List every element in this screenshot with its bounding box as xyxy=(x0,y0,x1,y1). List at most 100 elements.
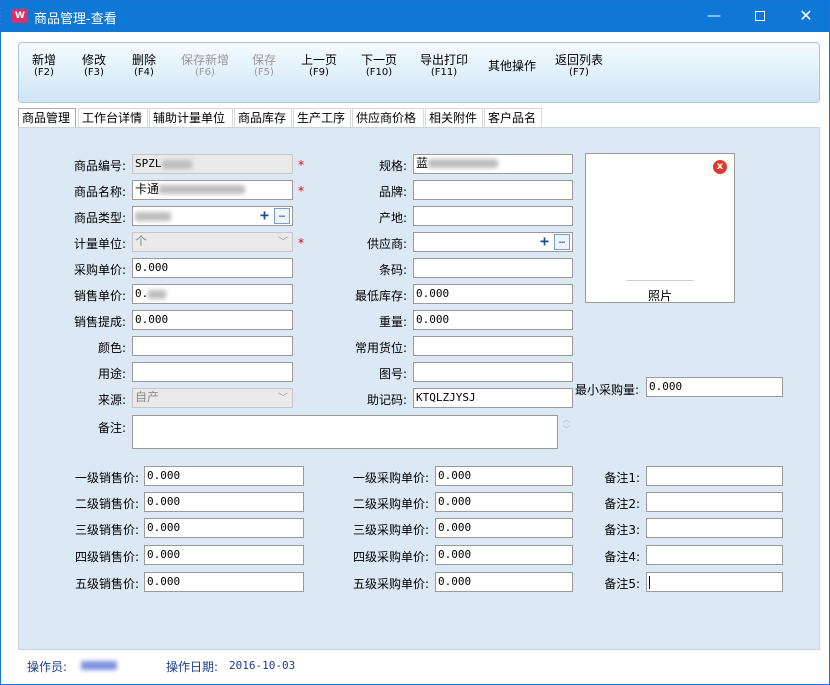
level4-purchase-price-field[interactable]: 0.000 xyxy=(435,545,573,565)
maximize-button[interactable] xyxy=(737,1,783,32)
tab-product-stock[interactable]: 商品库存 xyxy=(234,108,292,128)
color-field[interactable] xyxy=(132,336,293,356)
edit-label: 修改 xyxy=(81,53,106,67)
product-code-value: SPZL xyxy=(135,157,162,170)
mnemonic-field[interactable]: KTQLZJYSJ xyxy=(413,388,573,408)
supplier-field[interactable]: + … xyxy=(413,232,573,252)
prev-page-button[interactable]: 上一页 (F9) xyxy=(298,54,340,79)
note3-field[interactable] xyxy=(646,518,783,538)
save-new-label: 保存新增 xyxy=(180,53,229,67)
note2-field[interactable] xyxy=(646,492,783,512)
tab-attachments[interactable]: 相关附件 xyxy=(425,108,483,128)
min-purchase-field[interactable]: 0.000 xyxy=(646,377,783,397)
save-new-button[interactable]: 保存新增 (F6) xyxy=(179,54,231,79)
source-select[interactable]: 自产 ﹀ xyxy=(132,388,293,408)
export-print-key: (F11) xyxy=(430,67,458,78)
min-stock-field[interactable]: 0.000 xyxy=(413,284,573,304)
save-new-key: (F6) xyxy=(195,67,215,78)
barcode-field[interactable] xyxy=(413,258,573,278)
note4-label: 备注4: xyxy=(604,550,640,564)
tab-production-process[interactable]: 生产工序 xyxy=(293,108,351,128)
location-label: 常用货位: xyxy=(354,341,407,355)
spec-field[interactable]: 蓝 xyxy=(413,154,573,174)
maximize-icon xyxy=(755,11,765,21)
add-product-type-icon[interactable]: + xyxy=(257,208,272,224)
origin-field[interactable] xyxy=(413,206,573,226)
brand-field[interactable] xyxy=(413,180,573,200)
note5-label: 备注5: xyxy=(604,577,640,591)
operation-date-label: 操作日期: xyxy=(166,660,219,674)
note2-label: 备注2: xyxy=(604,497,640,511)
level1-sale-price-label: 一级销售价: xyxy=(74,471,139,485)
remark-textarea[interactable] xyxy=(132,415,558,449)
tab-supplier-price[interactable]: 供应商价格 xyxy=(352,108,424,128)
level4-purchase-price-label: 四级采购单价: xyxy=(352,550,429,564)
commission-label: 销售提成: xyxy=(73,315,126,329)
minimize-button[interactable]: — xyxy=(691,1,737,32)
browse-supplier-button[interactable]: … xyxy=(554,234,570,250)
note5-field[interactable] xyxy=(646,572,783,592)
add-supplier-icon[interactable]: + xyxy=(537,234,552,250)
barcode-label: 条码: xyxy=(378,263,407,277)
product-code-field[interactable]: SPZL xyxy=(132,154,293,174)
back-to-list-key: (F7) xyxy=(569,67,589,78)
product-type-field[interactable]: + … xyxy=(132,206,293,226)
level1-sale-price-field[interactable]: 0.000 xyxy=(144,466,304,486)
purchase-price-field[interactable]: 0.000 xyxy=(132,258,293,278)
next-page-button[interactable]: 下一页 (F10) xyxy=(357,54,401,79)
level4-sale-price-field[interactable]: 0.000 xyxy=(144,545,304,565)
redacted-text xyxy=(159,185,246,194)
remove-photo-icon[interactable]: x xyxy=(713,160,727,174)
app-window: W 商品管理-查看 — ✕ 新增 (F2) 修改 (F3) 删除 (F4) 保存新增(… xyxy=(0,0,830,685)
text-cursor xyxy=(649,575,650,589)
min-stock-label: 最低库存: xyxy=(354,289,407,303)
purchase-price-label: 采购单价: xyxy=(73,263,126,277)
product-code-label: 商品编号: xyxy=(73,159,126,173)
browse-product-type-button[interactable]: … xyxy=(274,208,290,224)
tab-customer-product-name[interactable]: 客户品名 xyxy=(484,108,542,128)
note4-field[interactable] xyxy=(646,545,783,565)
note1-field[interactable] xyxy=(646,466,783,486)
level5-purchase-price-field[interactable]: 0.000 xyxy=(435,572,573,592)
photo-box[interactable]: x 照片 xyxy=(585,153,735,303)
product-name-field[interactable]: 卡通 xyxy=(132,180,293,200)
sale-price-field[interactable]: 0. xyxy=(132,284,293,304)
level3-purchase-price-field[interactable]: 0.000 xyxy=(435,518,573,538)
tab-product-management[interactable]: 商品管理 xyxy=(18,108,76,129)
save-button[interactable]: 保存 (F5) xyxy=(247,54,281,79)
export-print-button[interactable]: 导出打印 (F11) xyxy=(417,54,471,79)
level2-sale-price-field[interactable]: 0.000 xyxy=(144,492,304,512)
level4-sale-price-label: 四级销售价: xyxy=(74,550,139,564)
level3-purchase-price-label: 三级采购单价: xyxy=(352,523,429,537)
drawing-number-field[interactable] xyxy=(413,362,573,382)
tab-auxiliary-unit[interactable]: 辅助计量单位 xyxy=(149,108,233,128)
prev-page-label: 上一页 xyxy=(300,53,337,67)
back-to-list-button[interactable]: 返回列表 (F7) xyxy=(553,54,605,79)
delete-label: 删除 xyxy=(131,53,156,67)
level2-purchase-price-field[interactable]: 0.000 xyxy=(435,492,573,512)
tab-workbench-details[interactable]: 工作台详情 xyxy=(78,108,148,128)
sale-price-label: 销售单价: xyxy=(73,289,126,303)
level1-purchase-price-label: 一级采购单价: xyxy=(352,471,429,485)
commission-field[interactable]: 0.000 xyxy=(132,310,293,330)
usage-field[interactable] xyxy=(132,362,293,382)
operator-label: 操作员: xyxy=(27,660,68,674)
other-actions-button[interactable]: 其他操作 xyxy=(486,60,538,73)
level1-purchase-price-field[interactable]: 0.000 xyxy=(435,466,573,486)
level3-sale-price-field[interactable]: 0.000 xyxy=(144,518,304,538)
back-to-list-label: 返回列表 xyxy=(554,53,603,67)
unit-select[interactable]: 个 ﹀ xyxy=(132,232,293,252)
new-button[interactable]: 新增 (F2) xyxy=(27,54,61,79)
title-bar: W 商品管理-查看 — ✕ xyxy=(1,1,829,32)
delete-key: (F4) xyxy=(134,67,154,78)
weight-label: 重量: xyxy=(378,315,407,329)
required-mark: * xyxy=(298,236,304,250)
weight-field[interactable]: 0.000 xyxy=(413,310,573,330)
location-field[interactable] xyxy=(413,336,573,356)
delete-button[interactable]: 删除 (F4) xyxy=(127,54,161,79)
edit-button[interactable]: 修改 (F3) xyxy=(77,54,111,79)
level5-sale-price-field[interactable]: 0.000 xyxy=(144,572,304,592)
close-button[interactable]: ✕ xyxy=(783,1,829,32)
drawing-number-label: 图号: xyxy=(378,367,407,381)
remark-scrollbar[interactable]: ︿ ﹀ xyxy=(559,415,574,449)
